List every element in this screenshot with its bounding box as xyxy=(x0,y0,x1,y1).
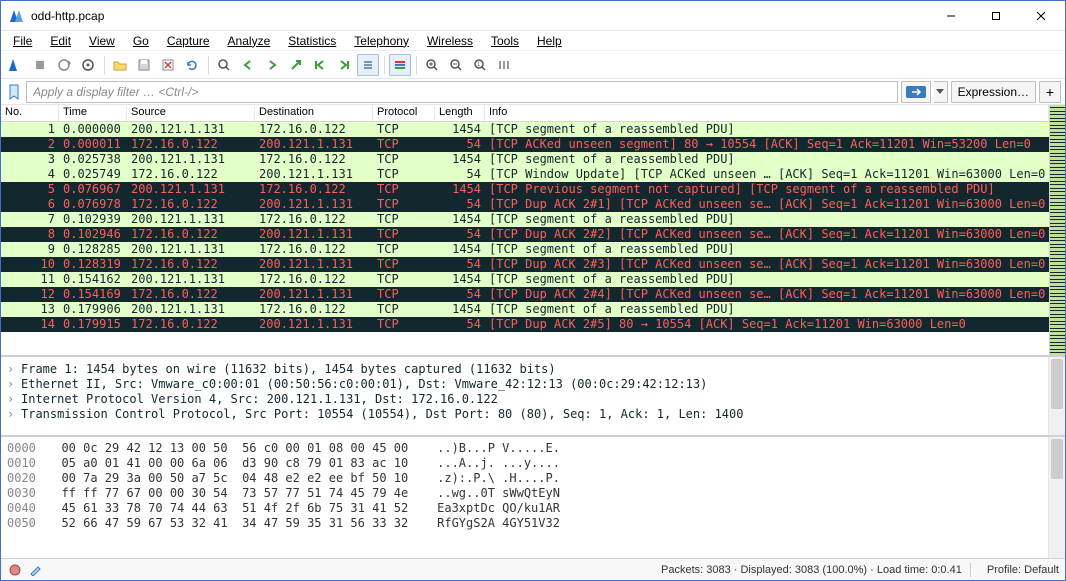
menu-statistics[interactable]: Statistics xyxy=(280,32,344,50)
menu-view[interactable]: View xyxy=(81,32,123,50)
menu-analyze[interactable]: Analyze xyxy=(220,32,279,50)
main-toolbar: 1 xyxy=(1,51,1065,79)
edit-preferences-icon[interactable] xyxy=(27,562,43,578)
packet-row[interactable]: 110.154162200.121.1.131172.16.0.122TCP14… xyxy=(1,272,1049,287)
close-button[interactable] xyxy=(1018,1,1063,30)
window-title: odd-http.pcap xyxy=(31,9,928,23)
minimize-button[interactable] xyxy=(928,1,973,30)
packet-row[interactable]: 50.076967200.121.1.131172.16.0.122TCP145… xyxy=(1,182,1049,197)
bytes-line[interactable]: 0000 00 0c 29 42 12 13 00 50 56 c0 00 01… xyxy=(7,441,1059,456)
close-file-icon[interactable] xyxy=(157,54,179,76)
packet-row[interactable]: 120.154169172.16.0.122200.121.1.131TCP54… xyxy=(1,287,1049,302)
go-back-icon[interactable] xyxy=(237,54,259,76)
filter-history-dropdown[interactable] xyxy=(934,81,948,103)
packet-list-header[interactable]: No. Time Source Destination Protocol Len… xyxy=(1,105,1049,122)
col-protocol[interactable]: Protocol xyxy=(373,105,435,121)
auto-scroll-icon[interactable] xyxy=(357,54,379,76)
display-filter-input[interactable] xyxy=(26,81,898,103)
col-length[interactable]: Length xyxy=(435,105,485,121)
packet-row[interactable]: 40.025749172.16.0.122200.121.1.131TCP54[… xyxy=(1,167,1049,182)
packet-bytes-pane[interactable]: 0000 00 0c 29 42 12 13 00 50 56 c0 00 01… xyxy=(1,437,1065,558)
go-forward-icon[interactable] xyxy=(261,54,283,76)
find-packet-icon[interactable] xyxy=(213,54,235,76)
start-capture-icon[interactable] xyxy=(5,54,27,76)
open-file-icon[interactable] xyxy=(109,54,131,76)
detail-line[interactable]: ›Ethernet II, Src: Vmware_c0:00:01 (00:5… xyxy=(7,376,1059,391)
menu-go[interactable]: Go xyxy=(125,32,157,50)
menu-help[interactable]: Help xyxy=(529,32,570,50)
reload-file-icon[interactable] xyxy=(181,54,203,76)
goto-last-icon[interactable] xyxy=(333,54,355,76)
save-file-icon[interactable] xyxy=(133,54,155,76)
packet-row[interactable]: 130.179906200.121.1.131172.16.0.122TCP14… xyxy=(1,302,1049,317)
packet-row[interactable]: 30.025738200.121.1.131172.16.0.122TCP145… xyxy=(1,152,1049,167)
packet-row[interactable]: 20.000011172.16.0.122200.121.1.131TCP54[… xyxy=(1,137,1049,152)
menubar: File Edit View Go Capture Analyze Statis… xyxy=(1,31,1065,51)
add-filter-button[interactable]: + xyxy=(1039,81,1061,103)
goto-packet-icon[interactable] xyxy=(285,54,307,76)
packet-row[interactable]: 60.076978172.16.0.122200.121.1.131TCP54[… xyxy=(1,197,1049,212)
goto-first-icon[interactable] xyxy=(309,54,331,76)
expression-button[interactable]: Expression… xyxy=(951,81,1036,103)
bytes-line[interactable]: 0050 52 66 47 59 67 53 32 41 34 47 59 35… xyxy=(7,516,1059,531)
menu-wireless[interactable]: Wireless xyxy=(419,32,481,50)
bytes-scrollbar[interactable] xyxy=(1048,437,1065,558)
apply-filter-button[interactable] xyxy=(901,81,931,103)
stop-capture-icon[interactable] xyxy=(29,54,51,76)
expert-info-icon[interactable] xyxy=(7,562,23,578)
menu-telephony[interactable]: Telephony xyxy=(346,32,417,50)
zoom-reset-icon[interactable]: 1 xyxy=(469,54,491,76)
bytes-line[interactable]: 0040 45 61 33 78 70 74 44 63 51 4f 2f 6b… xyxy=(7,501,1059,516)
resize-columns-icon[interactable] xyxy=(493,54,515,76)
filter-toolbar: Expression… + xyxy=(1,79,1065,105)
zoom-in-icon[interactable] xyxy=(421,54,443,76)
packet-list[interactable]: No. Time Source Destination Protocol Len… xyxy=(1,105,1049,355)
col-info[interactable]: Info xyxy=(485,105,1049,121)
zoom-out-icon[interactable] xyxy=(445,54,467,76)
app-icon xyxy=(9,8,25,24)
col-destination[interactable]: Destination xyxy=(255,105,373,121)
bytes-line[interactable]: 0030 ff ff 77 67 00 00 30 54 73 57 77 51… xyxy=(7,486,1059,501)
details-scrollbar[interactable] xyxy=(1048,357,1065,435)
restart-capture-icon[interactable] xyxy=(53,54,75,76)
titlebar: odd-http.pcap xyxy=(1,1,1065,31)
col-source[interactable]: Source xyxy=(127,105,255,121)
app-window: odd-http.pcap File Edit View Go Capture … xyxy=(0,0,1066,581)
bytes-line[interactable]: 0010 05 a0 01 41 00 00 6a 06 d3 90 c8 79… xyxy=(7,456,1059,471)
menu-file[interactable]: File xyxy=(5,32,40,50)
bookmark-icon[interactable] xyxy=(5,83,23,101)
menu-edit[interactable]: Edit xyxy=(42,32,79,50)
capture-options-icon[interactable] xyxy=(77,54,99,76)
detail-line[interactable]: ›Frame 1: 1454 bytes on wire (11632 bits… xyxy=(7,361,1059,376)
packet-row[interactable]: 70.102939200.121.1.131172.16.0.122TCP145… xyxy=(1,212,1049,227)
maximize-button[interactable] xyxy=(973,1,1018,30)
packet-row[interactable]: 100.128319172.16.0.122200.121.1.131TCP54… xyxy=(1,257,1049,272)
packet-row[interactable]: 80.102946172.16.0.122200.121.1.131TCP54[… xyxy=(1,227,1049,242)
statusbar: Packets: 3083 · Displayed: 3083 (100.0%)… xyxy=(1,558,1065,580)
status-packets: Packets: 3083 · Displayed: 3083 (100.0%)… xyxy=(661,564,962,576)
menu-tools[interactable]: Tools xyxy=(483,32,527,50)
packet-row[interactable]: 10.000000200.121.1.131172.16.0.122TCP145… xyxy=(1,122,1049,137)
col-no[interactable]: No. xyxy=(1,105,59,121)
col-time[interactable]: Time xyxy=(59,105,127,121)
packet-details-pane[interactable]: ›Frame 1: 1454 bytes on wire (11632 bits… xyxy=(1,357,1065,437)
packet-row[interactable]: 90.128285200.121.1.131172.16.0.122TCP145… xyxy=(1,242,1049,257)
colorize-icon[interactable] xyxy=(389,54,411,76)
status-profile[interactable]: Profile: Default xyxy=(979,564,1059,576)
bytes-line[interactable]: 0020 00 7a 29 3a 00 50 a7 5c 04 48 e2 e2… xyxy=(7,471,1059,486)
packet-list-scrollbar[interactable] xyxy=(1049,105,1065,355)
detail-line[interactable]: ›Transmission Control Protocol, Src Port… xyxy=(7,406,1059,421)
packet-row[interactable]: 140.179915172.16.0.122200.121.1.131TCP54… xyxy=(1,317,1049,332)
detail-line[interactable]: ›Internet Protocol Version 4, Src: 200.1… xyxy=(7,391,1059,406)
menu-capture[interactable]: Capture xyxy=(159,32,218,50)
